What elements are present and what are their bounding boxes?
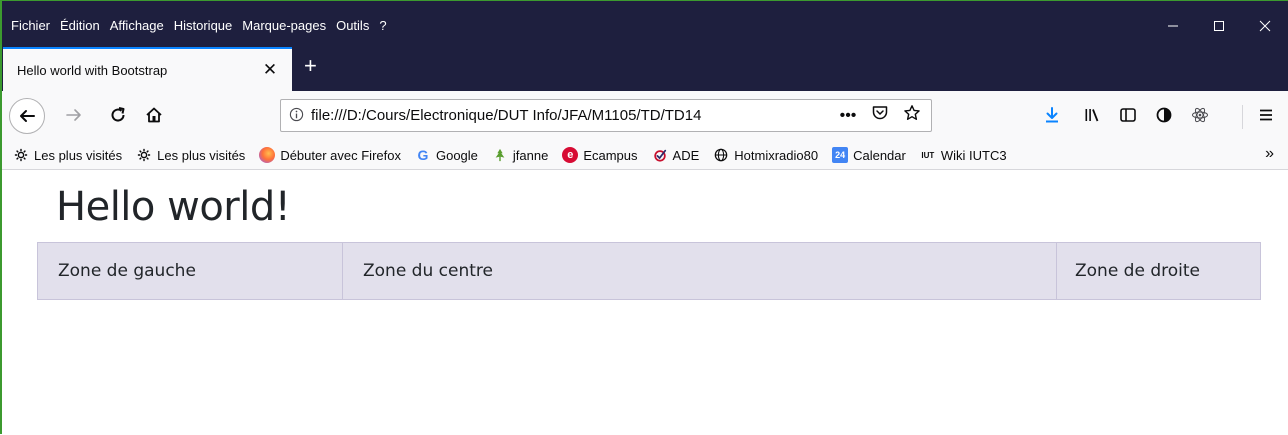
sidebar-button[interactable] (1116, 103, 1140, 127)
tab-title: Hello world with Bootstrap (17, 62, 168, 78)
zone-center: Zone du centre (343, 242, 1057, 300)
leaf-icon (492, 147, 508, 163)
menu-historique[interactable]: Historique (169, 17, 238, 35)
bookmark-ecampus[interactable]: e Ecampus (555, 147, 644, 163)
bookmark-ade[interactable]: ADE (645, 147, 707, 163)
bookmark-google[interactable]: G Google (408, 147, 485, 163)
bookmarks-toolbar: Les plus visités Les plus visités Débute… (2, 141, 1288, 170)
zone-left: Zone de gauche (37, 242, 343, 300)
google-icon: G (417, 147, 429, 163)
bookmark-label: Google (435, 147, 478, 163)
bookmark-jfanne[interactable]: jfanne (485, 147, 555, 163)
bookmark-label: jfanne (512, 147, 549, 163)
library-icon (1085, 109, 1099, 122)
bookmark-hotmixradio80[interactable]: Hotmixradio80 (706, 147, 825, 163)
page-actions: ••• (837, 104, 931, 127)
bookmark-label: ADE (672, 147, 700, 163)
window-controls (1150, 11, 1288, 41)
hamburger-icon (1260, 109, 1272, 121)
title-bar: Fichier Édition Affichage Historique Mar… (2, 1, 1288, 40)
url-text[interactable]: file:///D:/Cours/Electronique/DUT Info/J… (311, 107, 837, 124)
page-content: Hello world! Zone de gauche Zone du cent… (2, 171, 1288, 435)
back-arrow-icon (20, 110, 35, 122)
browser-window: Fichier Édition Affichage Historique Mar… (0, 0, 1288, 435)
bookmark-label: Les plus visités (34, 147, 123, 163)
minimize-button[interactable] (1150, 11, 1196, 41)
menu-button[interactable] (1254, 103, 1278, 127)
maximize-icon (1214, 21, 1224, 31)
close-window-button[interactable] (1242, 11, 1288, 41)
zone-right: Zone de droite (1057, 242, 1261, 300)
forward-button[interactable] (62, 103, 86, 127)
ecampus-icon: e (562, 147, 579, 163)
reload-button[interactable] (106, 103, 130, 127)
menu-affichage[interactable]: Affichage (105, 17, 169, 35)
tab-strip: Hello world with Bootstrap ✕ + (2, 40, 1288, 91)
bookmark-label: Ecampus (583, 147, 638, 163)
tab-hello-world[interactable]: Hello world with Bootstrap ✕ (3, 47, 292, 91)
calendar-icon: 24 (832, 147, 849, 163)
nav-bar: file:///D:/Cours/Electronique/DUT Info/J… (2, 91, 1288, 141)
bookmark-label: Les plus visités (157, 147, 246, 163)
bookmark-wiki-iutc3[interactable]: IUT Wiki IUTC3 (913, 147, 1014, 163)
iut-icon: IUT (921, 150, 935, 160)
atom-icon (1192, 107, 1208, 123)
home-icon (146, 107, 162, 123)
forward-arrow-icon (66, 109, 81, 121)
menu-marque-pages[interactable]: Marque-pages (237, 17, 331, 35)
extension-button[interactable] (1152, 103, 1176, 127)
bookmark-most-visited-2[interactable]: Les plus visités (129, 147, 252, 163)
react-devtools-button[interactable] (1188, 103, 1212, 127)
maximize-button[interactable] (1196, 11, 1242, 41)
sidebar-icon (1120, 108, 1136, 122)
bookmark-most-visited-1[interactable]: Les plus visités (6, 147, 129, 163)
firefox-icon (259, 147, 276, 163)
menu-edition[interactable]: Édition (55, 17, 105, 35)
gear-icon (136, 147, 152, 163)
bookmark-label: Calendar (853, 147, 906, 163)
bookmark-label: Wiki IUTC3 (940, 147, 1007, 163)
bookmark-debuter-firefox[interactable]: Débuter avec Firefox (252, 147, 408, 163)
menu-outils[interactable]: Outils (331, 17, 374, 35)
zones-row: Zone de gauche Zone du centre Zone de dr… (37, 242, 1261, 300)
url-bar[interactable]: file:///D:/Cours/Electronique/DUT Info/J… (280, 99, 932, 132)
back-button[interactable] (9, 98, 45, 134)
close-icon (1259, 20, 1271, 32)
home-button[interactable] (142, 103, 166, 127)
library-button[interactable] (1080, 103, 1104, 127)
download-arrow-icon (1046, 107, 1058, 123)
globe-icon (713, 147, 729, 163)
menu-bar: Fichier Édition Affichage Historique Mar… (6, 17, 392, 35)
gear-icon (13, 147, 29, 163)
ade-icon (652, 147, 668, 163)
toolbar-separator (1242, 105, 1243, 129)
bookmark-label: Débuter avec Firefox (280, 147, 401, 163)
bookmark-label: Hotmixradio80 (734, 147, 819, 163)
bookmark-star-icon[interactable] (901, 104, 923, 127)
new-tab-button[interactable]: + (304, 54, 317, 78)
page-heading: Hello world! (56, 184, 291, 230)
bookmarks-overflow-chevron-icon[interactable]: » (1265, 145, 1274, 163)
site-info-icon[interactable] (281, 107, 311, 125)
downloads-button[interactable] (1040, 103, 1064, 127)
minimize-icon (1168, 25, 1178, 27)
bookmark-calendar[interactable]: 24 Calendar (825, 147, 913, 163)
tab-close-icon[interactable]: ✕ (260, 60, 280, 80)
menu-fichier[interactable]: Fichier (6, 17, 55, 35)
page-actions-menu-icon[interactable]: ••• (837, 107, 859, 125)
reload-icon (111, 107, 125, 122)
menu-aide[interactable]: ? (374, 17, 391, 35)
pocket-icon[interactable] (869, 104, 891, 127)
contrast-icon (1156, 107, 1172, 123)
